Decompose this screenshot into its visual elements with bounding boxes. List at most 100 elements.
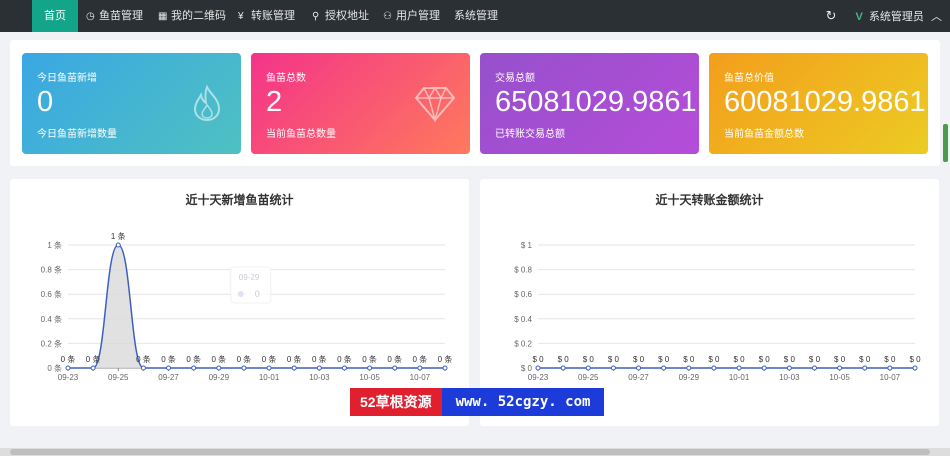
y-tick-label: $ 0 xyxy=(521,364,533,373)
data-point xyxy=(636,365,642,371)
chevron-up-icon[interactable]: ︿ xyxy=(931,11,942,23)
data-label: $ 0 xyxy=(708,355,720,364)
y-tick-label: $ 0.4 xyxy=(514,315,532,324)
data-point xyxy=(585,365,591,371)
x-tick-label: 10-01 xyxy=(729,373,750,382)
x-tick-label: 10-05 xyxy=(359,373,380,382)
x-tick-label: 09-29 xyxy=(679,373,700,382)
watermark-banner: 52草根资源 www. 52cgzy. com xyxy=(350,388,605,416)
nav-transfer-management[interactable]: ¥ 转账管理 xyxy=(238,0,295,32)
data-point xyxy=(140,365,146,371)
card-value: 0 xyxy=(37,86,54,118)
data-label: 0 条 xyxy=(136,354,151,364)
y-tick-label: $ 0.8 xyxy=(514,266,532,275)
nav-label: 用户管理 xyxy=(396,10,440,22)
x-tick-label: 09-23 xyxy=(58,373,79,382)
card-value: 60081029.9861 xyxy=(724,86,926,118)
card-subtitle: 今日鱼苗新增数量 xyxy=(37,129,117,140)
data-point xyxy=(90,365,96,371)
x-tick-label: 10-07 xyxy=(880,373,901,382)
nav-home[interactable]: 首页 xyxy=(32,0,78,32)
y-tick-label: 0.6 条 xyxy=(41,289,62,299)
data-point xyxy=(560,365,566,371)
data-point xyxy=(216,365,222,371)
data-label: 0 条 xyxy=(438,354,453,364)
card-subtitle: 已转账交易总额 xyxy=(495,129,565,140)
data-label: $ 0 xyxy=(834,355,846,364)
watermark-right: www. 52cgzy. com xyxy=(441,388,605,416)
y-tick-label: 1 条 xyxy=(47,240,62,250)
qrcode-icon: ▦ xyxy=(158,11,168,22)
nav-authorized-address[interactable]: ⚲ 授权地址 xyxy=(312,0,369,32)
location-icon: ⚲ xyxy=(312,11,320,22)
data-label: 0 条 xyxy=(61,354,76,364)
data-label: 0 条 xyxy=(161,354,176,364)
data-point xyxy=(887,365,893,371)
data-label: 0 条 xyxy=(312,354,327,364)
data-point xyxy=(711,365,717,371)
diamond-icon xyxy=(414,86,456,123)
x-tick-label: 10-01 xyxy=(259,373,280,382)
stat-card-transaction-total: 交易总额 65081029.9861 已转账交易总额 xyxy=(480,53,699,154)
data-label: $ 0 xyxy=(784,355,796,364)
user-icon: ⚇ xyxy=(383,11,392,22)
user-name[interactable]: 系统管理员 xyxy=(869,11,924,23)
nav-fry-management[interactable]: ◷ 鱼苗管理 xyxy=(86,0,143,32)
x-tick-label: 09-27 xyxy=(158,373,179,382)
scrollbar-thumb[interactable] xyxy=(10,449,930,455)
tooltip-title: 09-29 xyxy=(239,273,260,282)
data-label: $ 0 xyxy=(809,355,821,364)
data-label: 1 条 xyxy=(111,231,126,241)
data-label: 0 条 xyxy=(186,354,201,364)
x-tick-label: 09-23 xyxy=(528,373,549,382)
data-label: $ 0 xyxy=(859,355,871,364)
data-label: $ 0 xyxy=(608,355,620,364)
data-point xyxy=(837,365,843,371)
data-point xyxy=(811,365,817,371)
nav-system-management[interactable]: 系统管理 xyxy=(454,0,498,32)
nav-label: 系统管理 xyxy=(454,10,498,22)
data-point xyxy=(786,365,792,371)
data-point xyxy=(686,365,692,371)
data-label: 0 条 xyxy=(262,354,277,364)
data-label: 0 条 xyxy=(413,354,428,364)
card-value: 2 xyxy=(266,86,283,118)
data-point xyxy=(912,365,918,371)
nav-user-management[interactable]: ⚇ 用户管理 xyxy=(383,0,440,32)
fire-icon xyxy=(193,84,221,122)
data-label: $ 0 xyxy=(909,355,921,364)
data-point xyxy=(166,365,172,371)
refresh-icon[interactable]: ↻ xyxy=(826,8,837,23)
stats-panel: 今日鱼苗新增 0 今日鱼苗新增数量 鱼苗总数 2 当前鱼苗总数量 交易总额 65… xyxy=(10,40,940,166)
data-label: $ 0 xyxy=(884,355,896,364)
x-tick-label: 10-07 xyxy=(410,373,431,382)
data-point xyxy=(661,365,667,371)
data-label: $ 0 xyxy=(633,355,645,364)
data-label: 0 条 xyxy=(287,354,302,364)
data-point xyxy=(241,365,247,371)
data-point xyxy=(266,365,272,371)
horizontal-scrollbar[interactable] xyxy=(0,448,950,456)
card-subtitle: 当前鱼苗总数量 xyxy=(266,129,336,140)
data-label: $ 0 xyxy=(658,355,670,364)
nav-label: 授权地址 xyxy=(325,10,369,22)
data-point xyxy=(392,365,398,371)
data-label: $ 0 xyxy=(734,355,746,364)
x-tick-label: 10-03 xyxy=(309,373,330,382)
card-title: 交易总额 xyxy=(495,73,535,84)
y-tick-label: $ 1 xyxy=(521,241,533,250)
stat-card-today-new: 今日鱼苗新增 0 今日鱼苗新增数量 xyxy=(22,53,241,154)
data-point xyxy=(862,365,868,371)
stat-card-fry-value: 鱼苗总价值 60081029.9861 当前鱼苗金额总数 xyxy=(709,53,928,154)
data-point xyxy=(442,365,448,371)
data-point xyxy=(316,365,322,371)
y-tick-label: 0 条 xyxy=(47,363,62,373)
clock-icon: ◷ xyxy=(86,11,95,22)
vertical-scrollbar-thumb[interactable] xyxy=(943,124,948,162)
x-tick-label: 09-29 xyxy=(209,373,230,382)
nav-my-qrcode[interactable]: ▦ 我的二维码 xyxy=(158,0,226,32)
data-label: $ 0 xyxy=(583,355,595,364)
data-label: 0 条 xyxy=(362,354,377,364)
data-label: 0 条 xyxy=(86,354,101,364)
data-point xyxy=(341,365,347,371)
